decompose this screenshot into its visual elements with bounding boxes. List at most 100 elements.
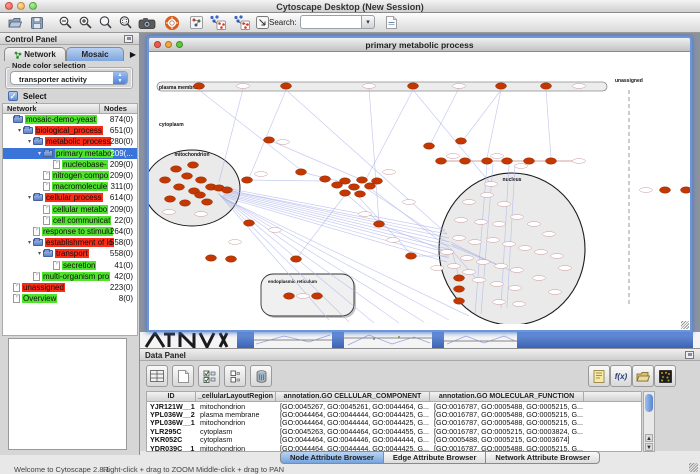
table-scrollbar[interactable]: ▲ ▼ — [643, 391, 655, 452]
network-node[interactable] — [524, 158, 535, 164]
scroll-down-icon[interactable]: ▼ — [645, 443, 653, 451]
new-attribute-button[interactable] — [172, 365, 194, 387]
tab-network-attribute-browser[interactable]: Network Attribute Browser — [486, 451, 600, 464]
network-node-label[interactable] — [163, 210, 176, 215]
network-node-label[interactable] — [195, 212, 208, 217]
network-node-label[interactable] — [549, 290, 562, 295]
search-input[interactable] — [300, 15, 362, 29]
network-node[interactable] — [226, 256, 237, 262]
attribute-table-button[interactable] — [146, 365, 168, 387]
tab-mosaic[interactable]: Mosaic — [66, 47, 124, 61]
network-node[interactable] — [424, 143, 435, 149]
network-node[interactable] — [454, 275, 465, 281]
network-edge[interactable] — [225, 193, 452, 250]
tab-overflow-arrow[interactable]: ▶ — [130, 50, 136, 59]
network-node-label[interactable] — [461, 256, 474, 261]
network-node-label[interactable] — [447, 154, 460, 159]
zoom-fit-icon[interactable] — [95, 14, 115, 31]
network-node[interactable] — [296, 169, 307, 175]
network-node-label[interactable] — [229, 240, 242, 245]
network-node-label[interactable] — [359, 212, 372, 217]
network-node-label[interactable] — [511, 268, 524, 273]
network-edge[interactable] — [227, 190, 447, 234]
select-attributes-button[interactable] — [198, 365, 220, 387]
network-edge[interactable] — [227, 192, 451, 246]
float-panel-icon[interactable] — [685, 351, 694, 359]
network-node[interactable] — [408, 83, 419, 89]
background-window-fragment[interactable] — [254, 332, 332, 348]
network-node[interactable] — [291, 256, 302, 262]
zoom-in-icon[interactable] — [75, 14, 95, 31]
tree-row-multi-organism-pro[interactable]: multi-organism pro42(0) — [3, 271, 137, 282]
network-node[interactable] — [660, 187, 671, 193]
network-node[interactable] — [182, 173, 193, 179]
tree-row-overview[interactable]: Overview8(0) — [3, 293, 137, 304]
network-node-label[interactable] — [493, 222, 506, 227]
network-node-label[interactable] — [535, 250, 548, 255]
tree-row-nucleobase[interactable]: nucleobase-209(0) — [3, 159, 137, 170]
tree-expander-icon[interactable]: ▾ — [36, 150, 43, 157]
tree-row-macromolecule[interactable]: macromolecule311(0) — [3, 181, 137, 192]
network-node[interactable] — [349, 184, 360, 190]
network-node[interactable] — [202, 199, 213, 205]
network-node[interactable] — [171, 166, 182, 172]
network-node-label[interactable] — [503, 242, 516, 247]
background-window-titlebar[interactable] — [332, 332, 344, 348]
tree-expander-icon[interactable]: ▾ — [26, 194, 33, 201]
window-resize-grip[interactable] — [681, 321, 689, 329]
attribute-matrix-button[interactable] — [654, 365, 676, 387]
network-node[interactable] — [174, 184, 185, 190]
network-edge[interactable] — [247, 180, 325, 181]
delete-attribute-button[interactable] — [250, 365, 272, 387]
network-edge[interactable] — [223, 195, 449, 258]
background-window-titlebar[interactable] — [237, 332, 254, 348]
search-options-icon[interactable] — [381, 14, 401, 31]
network-edge[interactable] — [369, 88, 379, 222]
network-node-label[interactable] — [515, 164, 528, 169]
table-cell[interactable]: YDR039C__1 — [147, 444, 197, 452]
network-node-label[interactable] — [487, 238, 500, 243]
network-node-label[interactable] — [403, 200, 416, 205]
network-node[interactable] — [357, 177, 368, 183]
float-panel-icon[interactable] — [124, 35, 133, 43]
network-node-label[interactable] — [491, 282, 504, 287]
network-graph[interactable]: plasma membrane cytoplasm mitochondrion … — [149, 52, 690, 324]
network-node-label[interactable] — [498, 202, 511, 207]
network-node[interactable] — [264, 137, 275, 143]
overview-window-fragment[interactable] — [142, 332, 237, 348]
network-node-label[interactable] — [441, 250, 454, 255]
network-node-label[interactable] — [495, 264, 508, 269]
tree-row-metabolic-process[interactable]: ▾metabolic process280(0) — [3, 136, 137, 147]
network-node[interactable] — [482, 158, 493, 164]
search-dropdown-arrow-icon[interactable]: ▾ — [362, 15, 375, 29]
network-node-label[interactable] — [528, 222, 541, 227]
network-node-label[interactable] — [453, 236, 466, 241]
network-node[interactable] — [541, 83, 552, 89]
network-edge[interactable] — [269, 140, 362, 180]
help-icon[interactable] — [162, 14, 182, 31]
network-node-label[interactable] — [269, 228, 282, 233]
tree-expander-icon[interactable]: ▾ — [26, 239, 33, 246]
network-node[interactable] — [340, 190, 351, 196]
scrollbar-thumb[interactable] — [645, 394, 653, 412]
network-node-label[interactable] — [363, 84, 376, 89]
zoom-out-icon[interactable] — [55, 14, 75, 31]
view-settings-icon[interactable] — [186, 14, 206, 31]
plasma-membrane-region[interactable] — [157, 82, 607, 91]
tree-expander-icon[interactable]: ▾ — [26, 138, 33, 145]
network-node[interactable] — [244, 220, 255, 226]
network-node-label[interactable] — [543, 232, 556, 237]
network-node-label[interactable] — [511, 215, 524, 220]
network-node-label[interactable] — [551, 254, 564, 259]
destroy-network-icon[interactable] — [205, 14, 229, 31]
network-edge[interactable] — [345, 193, 379, 222]
network-node[interactable] — [206, 255, 217, 261]
tree-row-nitrogen-compo[interactable]: nitrogen compo209(0) — [3, 170, 137, 181]
network-edge[interactable] — [429, 88, 459, 147]
birds-eye-view[interactable] — [8, 338, 127, 450]
network-canvas[interactable]: plasma membrane cytoplasm mitochondrion … — [149, 52, 690, 330]
network-node[interactable] — [320, 176, 331, 182]
network-node-label[interactable] — [448, 264, 461, 269]
tree-row-cell-communicat[interactable]: cell communicat22(0) — [3, 215, 137, 226]
tab-edge-attribute-browser[interactable]: Edge Attribute Browser — [384, 451, 486, 464]
